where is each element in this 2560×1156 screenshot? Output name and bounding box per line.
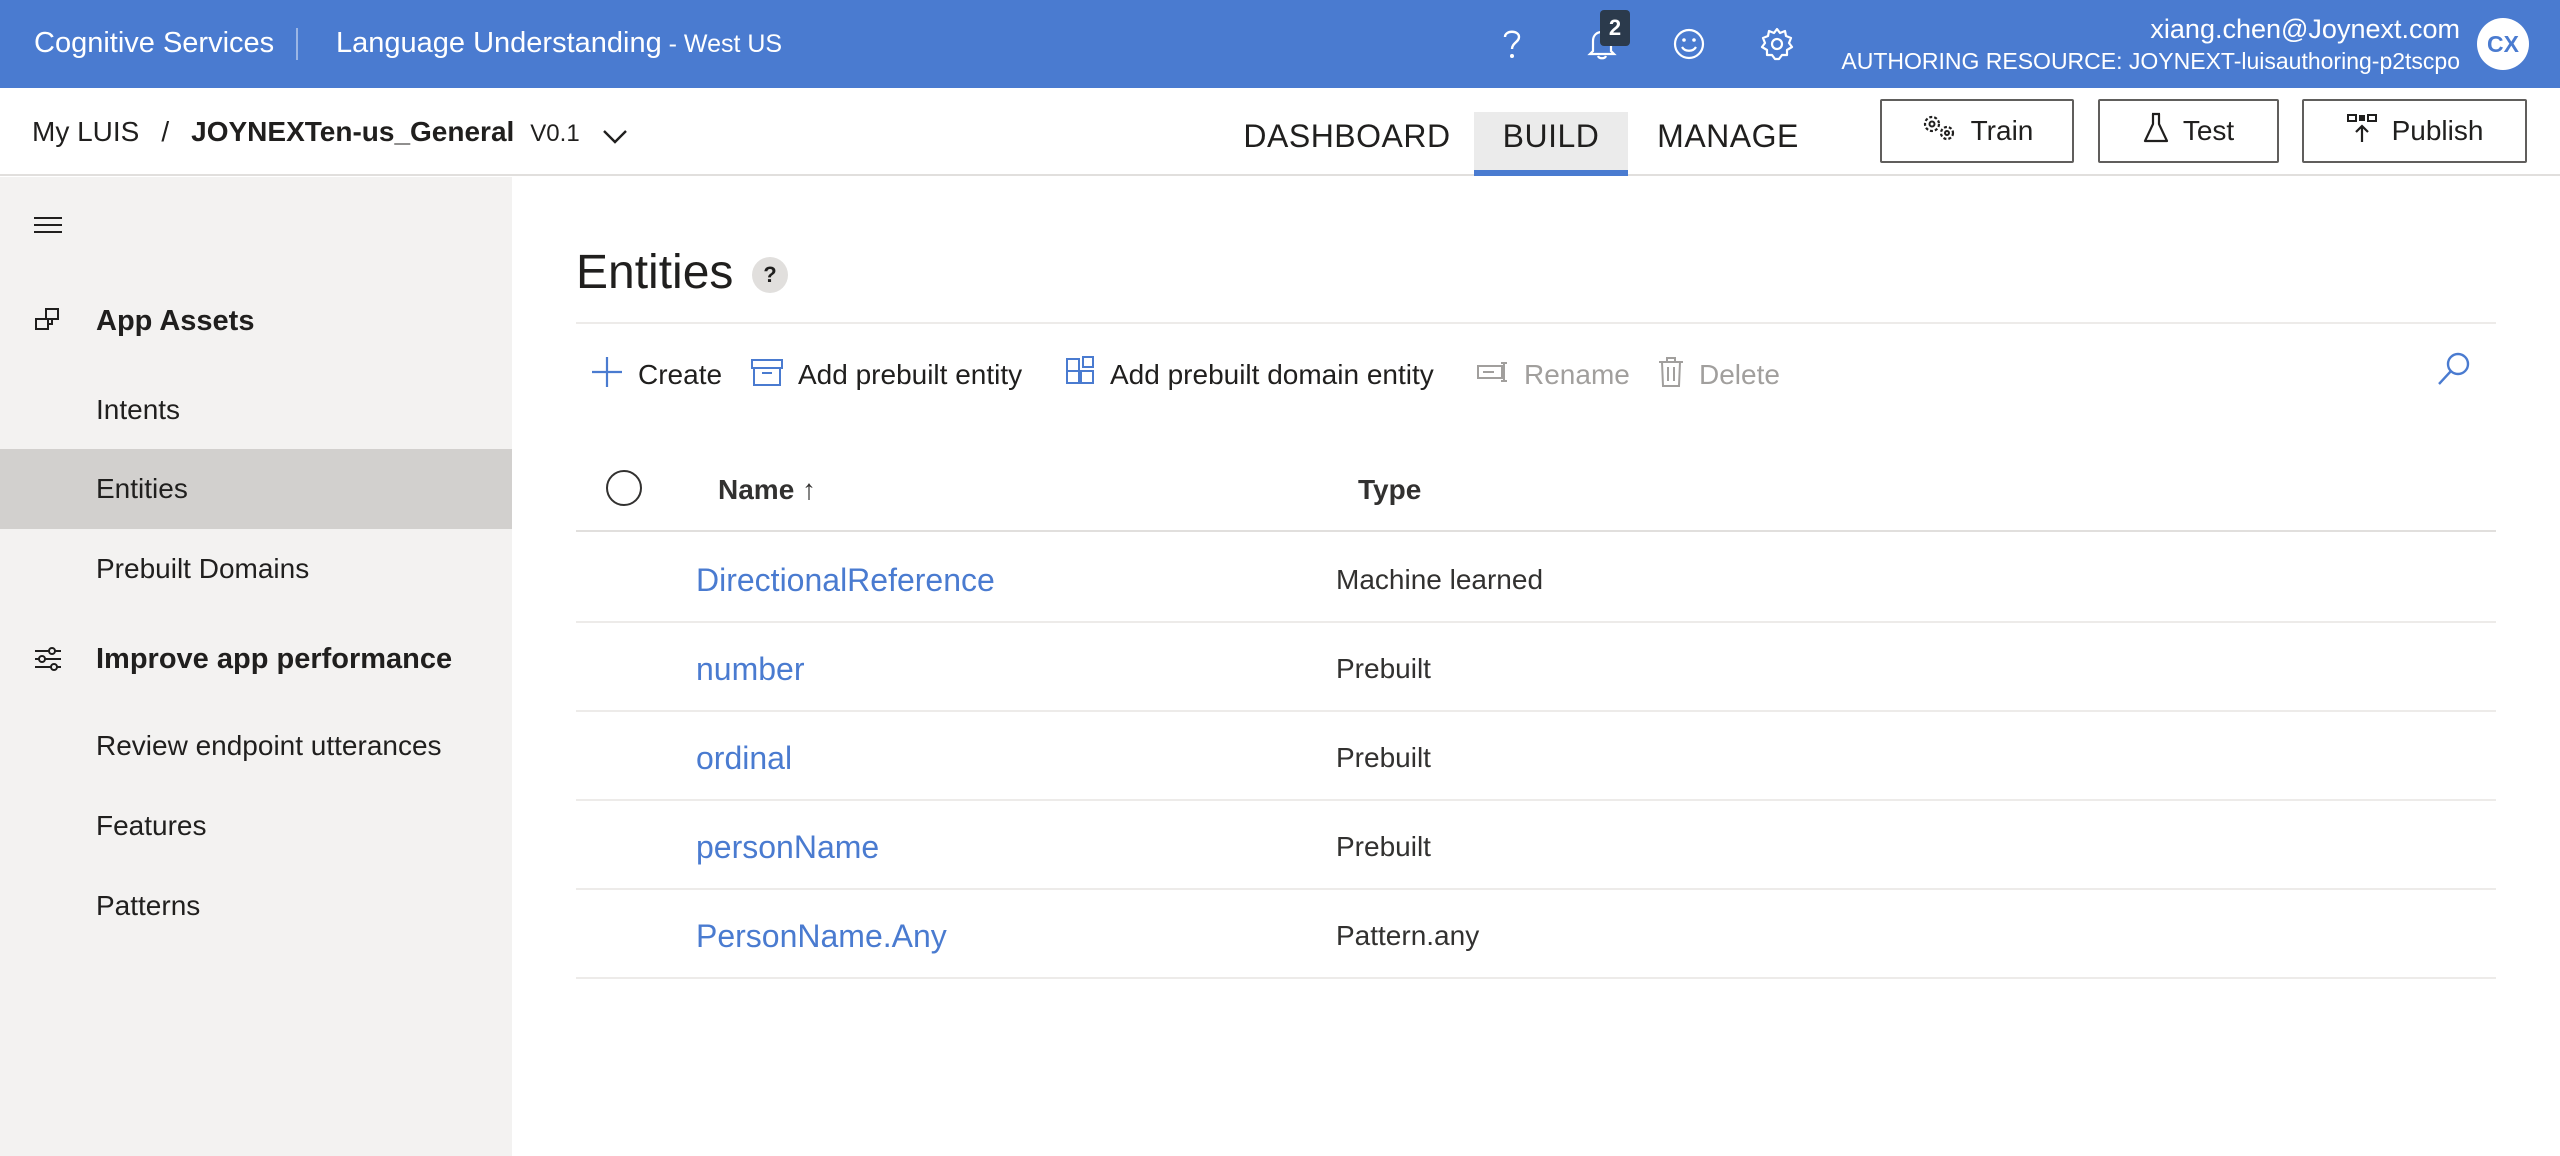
top-bar: Cognitive Services Language Understandin… bbox=[0, 0, 2560, 88]
app-version: V0.1 bbox=[530, 120, 580, 147]
entity-type: Pattern.any bbox=[1336, 920, 1480, 951]
column-name[interactable]: Name ↑ bbox=[718, 474, 816, 506]
brand-separator bbox=[296, 28, 298, 60]
prebuilt-entity-icon bbox=[750, 356, 784, 395]
sidebar-item-prebuilt-domains[interactable]: Prebuilt Domains bbox=[0, 529, 512, 609]
table-row[interactable]: number Prebuilt bbox=[576, 623, 2496, 712]
divider bbox=[576, 322, 2496, 324]
trash-icon bbox=[1657, 355, 1685, 396]
product-name[interactable]: Language Understanding - West US bbox=[336, 27, 782, 60]
entity-name-link[interactable]: personName bbox=[696, 829, 879, 866]
gear-icon[interactable] bbox=[1753, 20, 1801, 68]
tab-build[interactable]: BUILD bbox=[1474, 112, 1628, 176]
smiley-icon[interactable] bbox=[1665, 20, 1713, 68]
test-label: Test bbox=[2182, 115, 2235, 146]
sidebar-item-entities[interactable]: Entities bbox=[0, 449, 512, 529]
entity-type: Prebuilt bbox=[1336, 653, 1431, 684]
app-bar: My LUIS / JOYNEXTen-us_General V0.1 DASH… bbox=[0, 88, 2560, 176]
tab-dashboard[interactable]: DASHBOARD bbox=[1232, 112, 1462, 176]
avatar[interactable]: CX bbox=[2477, 18, 2529, 70]
search-icon[interactable] bbox=[2434, 349, 2474, 394]
account-info[interactable]: xiang.chen@Joynext.com AUTHORING RESOURC… bbox=[1841, 13, 2460, 76]
rename-icon bbox=[1476, 359, 1510, 391]
add-prebuilt-entity-button[interactable]: Add prebuilt entity bbox=[750, 347, 1022, 403]
flask-icon bbox=[2143, 112, 2169, 151]
table-row[interactable]: DirectionalReference Machine learned bbox=[576, 534, 2496, 623]
tab-build-label: BUILD bbox=[1502, 118, 1600, 154]
sidebar-item-review-endpoint-utterances[interactable]: Review endpoint utterances bbox=[0, 706, 512, 786]
notification-badge: 2 bbox=[1600, 10, 1630, 46]
hamburger-menu-icon[interactable] bbox=[32, 213, 64, 242]
table-header: Name ↑ Type bbox=[576, 452, 2496, 532]
entity-name-link[interactable]: ordinal bbox=[696, 740, 792, 777]
create-button[interactable]: Create bbox=[590, 347, 722, 403]
entity-name-link[interactable]: number bbox=[696, 651, 805, 688]
entity-name-link[interactable]: DirectionalReference bbox=[696, 562, 995, 599]
table-row[interactable]: personName Prebuilt bbox=[576, 801, 2496, 890]
sidebar-item-label: Entities bbox=[96, 473, 188, 504]
region-label: - West US bbox=[661, 30, 783, 58]
table-row[interactable]: PersonName.Any Pattern.any bbox=[576, 890, 2496, 979]
publish-icon bbox=[2346, 112, 2378, 151]
add-prebuilt-domain-entity-label: Add prebuilt domain entity bbox=[1110, 359, 1434, 390]
sidebar-group-label: Improve app performance bbox=[96, 642, 453, 675]
breadcrumb-separator: / bbox=[161, 116, 170, 147]
sidebar-item-patterns[interactable]: Patterns bbox=[0, 866, 512, 946]
gears-icon bbox=[1921, 113, 1957, 150]
plus-icon bbox=[590, 355, 624, 396]
breadcrumb: My LUIS / JOYNEXTen-us_General V0.1 bbox=[32, 116, 628, 148]
delete-label: Delete bbox=[1699, 359, 1780, 390]
publish-label: Publish bbox=[2391, 115, 2484, 146]
sidebar-item-features[interactable]: Features bbox=[0, 786, 512, 866]
help-icon[interactable]: ? bbox=[752, 257, 788, 293]
sidebar-item-label: Features bbox=[96, 810, 207, 841]
product-title: Language Understanding bbox=[336, 27, 662, 59]
create-label: Create bbox=[638, 359, 723, 390]
help-icon[interactable] bbox=[1488, 20, 1536, 68]
sidebar-item-label: Prebuilt Domains bbox=[96, 553, 310, 584]
main-content: Entities ? Create Add prebuilt entity Ad… bbox=[512, 177, 2560, 1156]
table-row[interactable]: ordinal Prebuilt bbox=[576, 712, 2496, 801]
select-all-checkbox[interactable] bbox=[606, 470, 642, 506]
tab-manage[interactable]: MANAGE bbox=[1640, 112, 1816, 176]
user-email: xiang.chen@Joynext.com bbox=[2150, 14, 2460, 44]
brand-link[interactable]: Cognitive Services bbox=[34, 27, 274, 60]
entity-type: Prebuilt bbox=[1336, 742, 1431, 773]
delete-button[interactable]: Delete bbox=[1657, 347, 1780, 403]
sidebar-item-label: Review endpoint utterances bbox=[96, 730, 442, 761]
sliders-icon bbox=[32, 644, 64, 682]
app-assets-icon bbox=[32, 306, 64, 344]
column-name-label: Name bbox=[718, 474, 795, 505]
add-prebuilt-entity-label: Add prebuilt entity bbox=[798, 359, 1023, 390]
train-label: Train bbox=[1970, 115, 2034, 146]
page-title: Entities bbox=[576, 246, 734, 299]
test-button[interactable]: Test bbox=[2098, 99, 2279, 163]
sidebar-item-intents[interactable]: Intents bbox=[0, 370, 512, 450]
tab-dashboard-label: DASHBOARD bbox=[1243, 118, 1451, 154]
rename-label: Rename bbox=[1524, 359, 1630, 390]
entity-type: Prebuilt bbox=[1336, 831, 1431, 862]
rename-button[interactable]: Rename bbox=[1476, 347, 1630, 403]
sort-ascending-icon: ↑ bbox=[802, 474, 817, 505]
authoring-resource: AUTHORING RESOURCE: JOYNEXT-luisauthorin… bbox=[1841, 48, 2460, 74]
sidebar-item-label: Patterns bbox=[96, 890, 201, 921]
prebuilt-domain-icon bbox=[1064, 355, 1096, 395]
train-button[interactable]: Train bbox=[1880, 99, 2074, 163]
app-name[interactable]: JOYNEXTen-us_General bbox=[191, 116, 514, 148]
chevron-down-icon[interactable] bbox=[602, 120, 628, 152]
breadcrumb-my-luis[interactable]: My LUIS bbox=[32, 116, 139, 148]
sidebar-item-label: Intents bbox=[96, 394, 181, 425]
sidebar-group-label: App Assets bbox=[96, 304, 255, 337]
sidebar: App Assets Intents Entities Prebuilt Dom… bbox=[0, 177, 512, 1156]
add-prebuilt-domain-entity-button[interactable]: Add prebuilt domain entity bbox=[1064, 347, 1434, 403]
entity-name-link[interactable]: PersonName.Any bbox=[696, 918, 947, 955]
publish-button[interactable]: Publish bbox=[2302, 99, 2527, 163]
tab-manage-label: MANAGE bbox=[1657, 118, 1799, 154]
sidebar-group-improve[interactable]: Improve app performance bbox=[0, 629, 512, 689]
column-type[interactable]: Type bbox=[1358, 474, 1421, 506]
entity-type: Machine learned bbox=[1336, 564, 1544, 595]
sidebar-group-app-assets[interactable]: App Assets bbox=[0, 291, 512, 351]
